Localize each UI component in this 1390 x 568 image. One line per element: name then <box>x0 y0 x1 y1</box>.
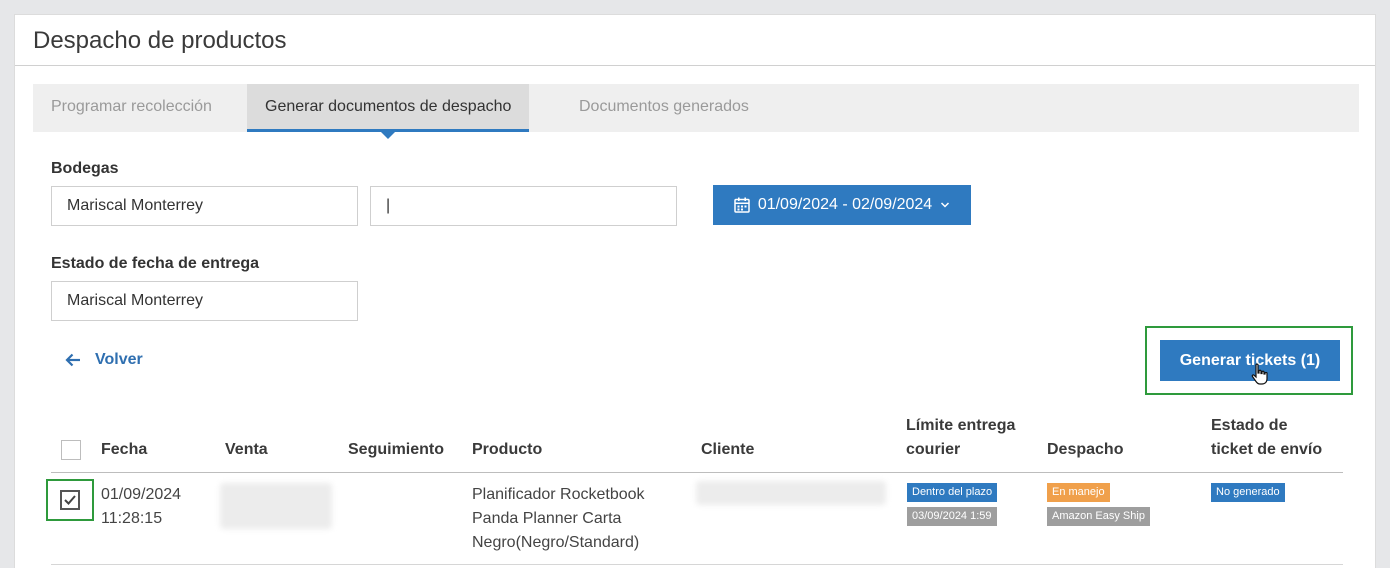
row-fecha-time: 11:28:15 <box>101 510 163 527</box>
col-header-limite: Límite entrega courier <box>906 414 1015 462</box>
search-input[interactable]: | <box>370 186 677 226</box>
col-header-venta: Venta <box>225 441 268 458</box>
estado-fecha-label: Estado de fecha de entrega <box>51 255 260 272</box>
back-link[interactable]: Volver <box>65 351 143 369</box>
despacho-status-badge: En manejo <box>1047 483 1110 502</box>
select-all-checkbox[interactable] <box>61 440 81 460</box>
tab-bar: Programar recolección Generar documentos… <box>33 84 1359 139</box>
back-label: Volver <box>95 351 143 368</box>
col-header-estado-ticket: Estado de ticket de envío <box>1211 414 1322 462</box>
checkmark-icon <box>64 495 76 505</box>
limite-date-badge: 03/09/2024 1:59 <box>907 507 997 526</box>
hand-cursor-icon <box>1251 363 1268 385</box>
row-producto: Planificador Rocketbook Panda Planner Ca… <box>472 483 645 555</box>
bodegas-select[interactable]: Mariscal Monterrey <box>51 186 358 226</box>
tab-programar-recoleccion[interactable]: Programar recolección <box>33 84 230 132</box>
venta-redacted <box>220 483 332 529</box>
row-fecha-date: 01/09/2024 <box>101 486 182 503</box>
limite-status-badge: Dentro del plazo <box>907 483 998 502</box>
table-row-divider <box>51 564 1343 565</box>
col-header-estado-line1: Estado de <box>1211 417 1288 434</box>
tab-generar-documentos[interactable]: Generar documentos de despacho <box>247 84 530 139</box>
row-fecha: 01/09/2024 11:28:15 <box>101 483 181 531</box>
title-divider <box>15 65 1375 66</box>
col-header-fecha: Fecha <box>101 441 148 458</box>
col-header-estado-line2: ticket de envío <box>1211 441 1323 458</box>
row-producto-line1: Planificador Rocketbook <box>472 486 645 503</box>
col-header-limite-line2: courier <box>906 441 961 458</box>
chevron-down-icon <box>941 202 950 208</box>
tab-documentos-generados[interactable]: Documentos generados <box>561 84 767 132</box>
date-range-label: 01/09/2024 - 02/09/2024 <box>757 196 933 213</box>
col-header-cliente: Cliente <box>701 441 755 458</box>
date-range-picker[interactable]: 01/09/2024 - 02/09/2024 <box>713 185 971 225</box>
bodegas-label: Bodegas <box>51 160 119 177</box>
estado-fecha-select[interactable]: Mariscal Monterrey <box>51 281 358 321</box>
row-producto-line2: Panda Planner Carta <box>472 510 622 527</box>
row-producto-line3: Negro(Negro/Standard) <box>472 534 640 551</box>
despacho-carrier-badge: Amazon Easy Ship <box>1047 507 1150 526</box>
row-checkbox[interactable] <box>60 490 80 510</box>
table-header-divider <box>51 472 1343 473</box>
calendar-icon <box>734 197 750 213</box>
col-header-limite-line1: Límite entrega <box>906 417 1016 434</box>
cliente-redacted <box>696 481 886 505</box>
col-header-seguimiento: Seguimiento <box>348 441 445 458</box>
ticket-status-badge: No generado <box>1211 483 1285 502</box>
col-header-producto: Producto <box>472 441 543 458</box>
arrow-left-icon <box>65 353 80 367</box>
col-header-despacho: Despacho <box>1047 441 1124 458</box>
page-title: Despacho de productos <box>33 27 287 54</box>
main-panel: Despacho de productos Programar recolecc… <box>14 14 1376 568</box>
